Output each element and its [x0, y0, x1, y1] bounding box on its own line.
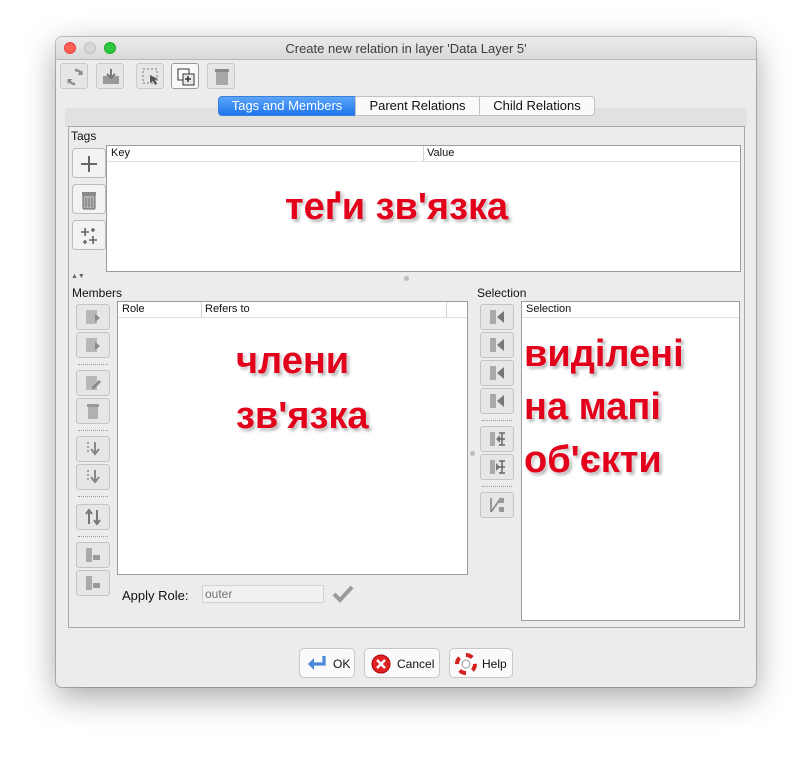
- add-member-icon: [490, 310, 504, 324]
- move-member-bottom-button[interactable]: [76, 464, 110, 490]
- add-selected-at-end-button[interactable]: [480, 388, 514, 414]
- sort-icon: [490, 497, 504, 513]
- splitter-divider[interactable]: [404, 276, 409, 281]
- help-label: Help: [482, 657, 507, 671]
- select-in-members-button[interactable]: [480, 454, 514, 480]
- ok-label: OK: [333, 657, 351, 671]
- apply-role-input[interactable]: [202, 585, 324, 603]
- add-selected-before-button[interactable]: [480, 332, 514, 358]
- add-member-icon: [490, 338, 504, 352]
- add-member-icon: [490, 394, 504, 408]
- remove-selected-button[interactable]: [480, 426, 514, 452]
- member-edit-icon: [86, 338, 100, 352]
- remove-selected-icon: [490, 432, 505, 446]
- apply-role-label: Apply Role:: [122, 588, 189, 603]
- add-selected-after-button[interactable]: [480, 360, 514, 386]
- cancel-icon: [371, 654, 391, 674]
- member-move-up-edit-button[interactable]: [76, 304, 110, 330]
- members-selection-splitter[interactable]: [470, 451, 475, 456]
- key-column-header[interactable]: Key: [111, 147, 130, 159]
- title-bar: Create new relation in layer 'Data Layer…: [56, 37, 756, 60]
- selection-column-header[interactable]: Selection: [526, 303, 571, 315]
- tags-table-header: Key Value: [107, 146, 740, 162]
- toolbar: [60, 61, 240, 91]
- window-title: Create new relation in layer 'Data Layer…: [285, 41, 527, 56]
- trash-icon: [82, 192, 96, 210]
- reverse-members-button[interactable]: [76, 504, 110, 530]
- add-member-icon: [490, 366, 504, 380]
- selection-section-label: Selection: [477, 286, 527, 300]
- delete-relation-button[interactable]: [207, 63, 235, 89]
- tab-parent-relations[interactable]: Parent Relations: [355, 96, 480, 116]
- move-member-down-button[interactable]: [76, 436, 110, 462]
- arrow-down-icon: [87, 442, 100, 456]
- sort-members-below-button[interactable]: [76, 570, 110, 596]
- delete-tag-button[interactable]: [72, 184, 106, 214]
- select-icon: [142, 68, 158, 85]
- cancel-label: Cancel: [397, 657, 435, 671]
- sort-icon: [86, 576, 100, 590]
- sort-members-button[interactable]: [76, 542, 110, 568]
- arrow-down-icon: [87, 470, 100, 484]
- refresh-button[interactable]: [60, 63, 88, 89]
- selection-overlay-caption: виділені на мапі об'єкти: [524, 333, 684, 482]
- add-icon: [81, 156, 97, 172]
- refresh-icon: [67, 68, 83, 86]
- cancel-button[interactable]: Cancel: [364, 648, 440, 678]
- ok-arrow-icon: [308, 656, 326, 670]
- reverse-order-icon: [85, 508, 101, 526]
- tags-overlay-caption: теґи зв'язка: [285, 186, 509, 228]
- sort-icon: [86, 548, 100, 562]
- splitter-arrows[interactable]: ▲▼: [71, 273, 85, 281]
- delete-icon: [215, 69, 229, 85]
- member-move-down-edit-button[interactable]: [76, 332, 110, 358]
- member-edit-icon: [86, 310, 100, 324]
- tags-section-label: Tags: [71, 129, 97, 143]
- members-table-header: Role Refers to: [118, 302, 467, 318]
- tags-members-panel: Tags Key Value теґи зв'язка ▲▼ Members R…: [68, 126, 745, 628]
- select-members-button[interactable]: [136, 63, 164, 89]
- trash-icon: [87, 404, 99, 419]
- add-tag-button[interactable]: [72, 148, 106, 178]
- role-column-header[interactable]: Role: [122, 303, 145, 315]
- checkmark-icon: [332, 585, 354, 603]
- select-member-icon: [490, 460, 505, 474]
- duplicate-relation-button[interactable]: [171, 63, 199, 89]
- tab-child-relations[interactable]: Child Relations: [479, 96, 595, 116]
- tab-tags-and-members[interactable]: Tags and Members: [218, 96, 356, 116]
- ok-button[interactable]: OK: [299, 648, 355, 678]
- refers-to-column-header[interactable]: Refers to: [205, 303, 250, 315]
- value-column-header[interactable]: Value: [427, 147, 454, 159]
- tags-table[interactable]: Key Value теґи зв'язка: [106, 145, 741, 272]
- add-selected-at-start-button[interactable]: [480, 304, 514, 330]
- selection-table-header: Selection: [522, 302, 739, 318]
- edit-icon: [86, 376, 101, 390]
- apply-role-button[interactable]: [332, 584, 354, 604]
- download-icon: [103, 69, 119, 84]
- paste-tags-button[interactable]: [72, 220, 106, 250]
- download-button[interactable]: [96, 63, 124, 89]
- lifebuoy-help-icon: [455, 653, 477, 675]
- sort-selection-button[interactable]: [480, 492, 514, 518]
- help-button[interactable]: Help: [449, 648, 513, 678]
- duplicate-icon: [177, 68, 195, 86]
- members-overlay-caption: члени зв'язка: [236, 340, 369, 438]
- members-section-label: Members: [72, 286, 123, 300]
- edit-member-button[interactable]: [76, 370, 110, 396]
- selection-table[interactable]: Selection виділені на мапі об'єкти: [521, 301, 740, 621]
- paste-tags-icon: [81, 228, 97, 244]
- remove-member-button[interactable]: [76, 398, 110, 424]
- members-table[interactable]: Role Refers to члени зв'язка: [117, 301, 468, 575]
- relation-editor-window: Create new relation in layer 'Data Layer…: [56, 37, 756, 687]
